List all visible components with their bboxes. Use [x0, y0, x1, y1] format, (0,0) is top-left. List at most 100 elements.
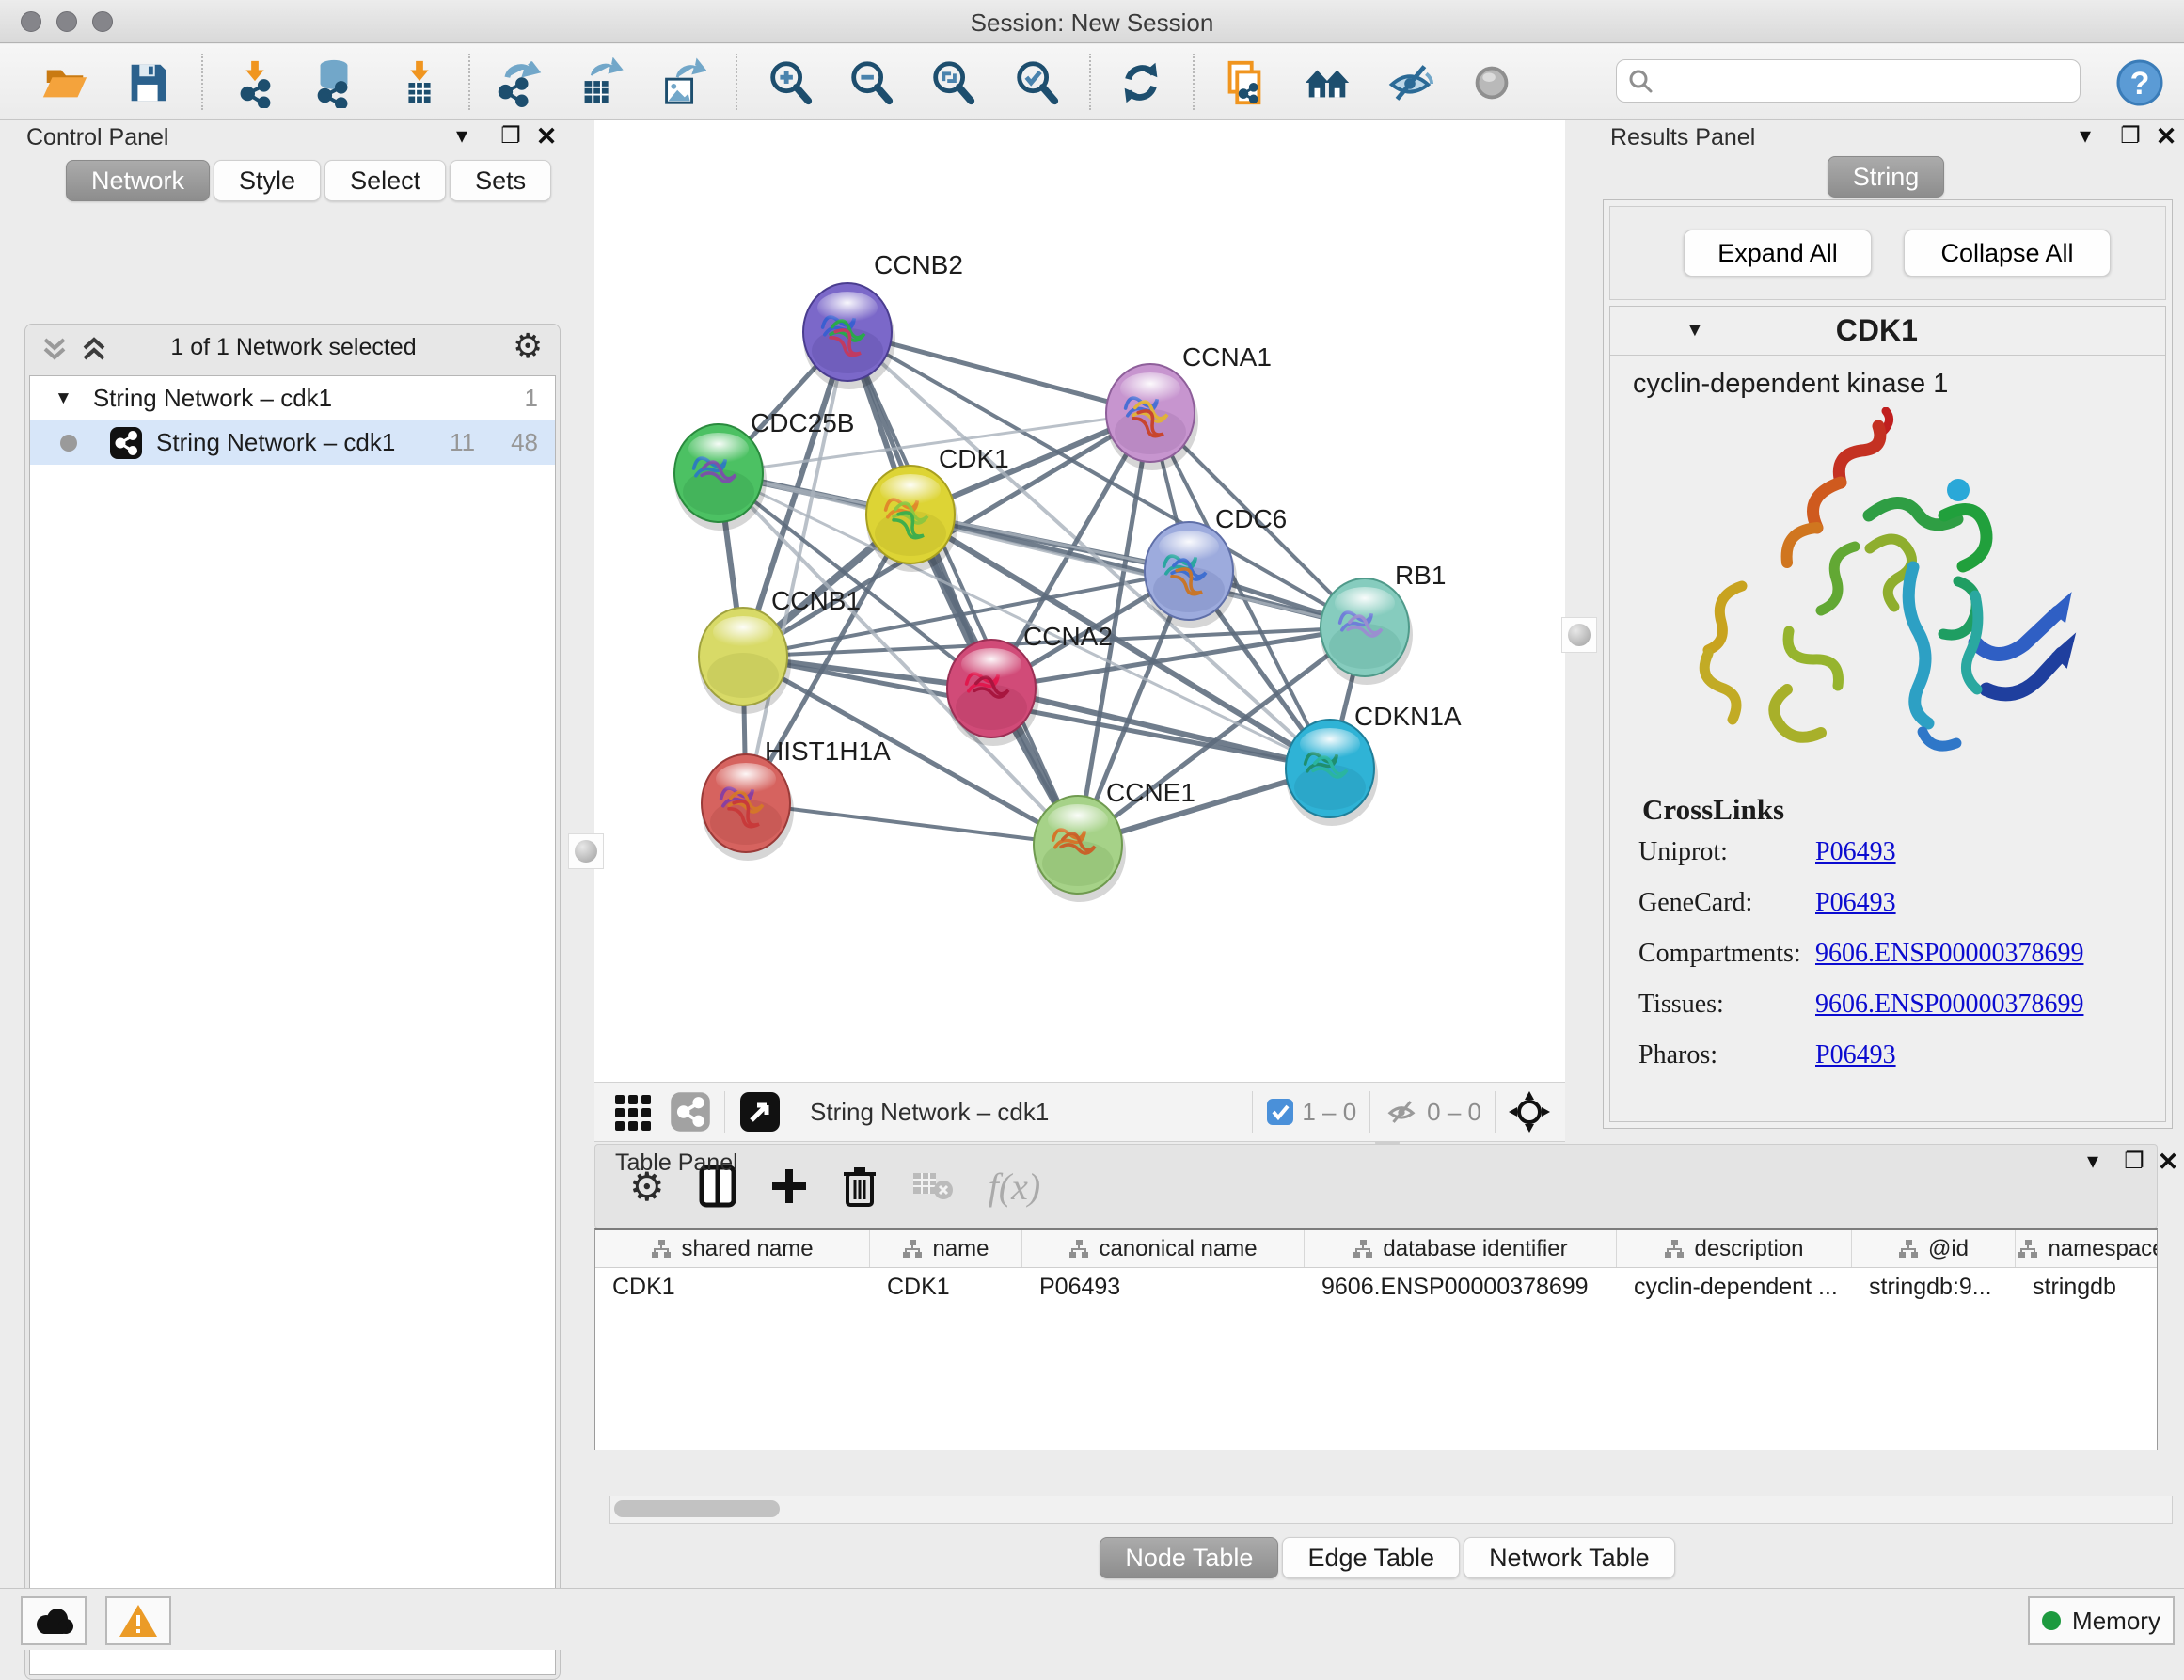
- results-panel-close-icon[interactable]: ✕: [2150, 120, 2182, 152]
- copy-network-button[interactable]: [1217, 55, 1272, 110]
- zoom-fit-button[interactable]: [926, 55, 980, 110]
- table-panel-collapse-icon[interactable]: ▾: [2077, 1146, 2109, 1178]
- network-row[interactable]: String Network – cdk1 11 48: [30, 420, 555, 465]
- import-table-button[interactable]: [392, 55, 447, 110]
- collapse-all-button[interactable]: Collapse All: [1904, 230, 2111, 277]
- control-panel-close-icon[interactable]: ✕: [530, 120, 562, 152]
- import-network-button[interactable]: [228, 55, 282, 110]
- network-node-CDKN1A[interactable]: CDKN1A: [1286, 702, 1462, 826]
- search-field[interactable]: [1616, 59, 2081, 103]
- column-header-database-identifier[interactable]: database identifier: [1305, 1230, 1617, 1267]
- birds-eye-view-icon[interactable]: [738, 1090, 782, 1133]
- zoom-in-button[interactable]: [763, 55, 817, 110]
- eye-button[interactable]: [1464, 55, 1519, 110]
- column-header--id[interactable]: @id: [1852, 1230, 2016, 1267]
- crosshair-icon[interactable]: [1509, 1091, 1550, 1133]
- results-panel-collapse-icon[interactable]: ▾: [2069, 120, 2101, 152]
- table-panel-float-icon[interactable]: ❐: [2118, 1146, 2150, 1178]
- collection-expander-icon[interactable]: ▼: [55, 388, 72, 409]
- results-panel-float-icon[interactable]: ❐: [2114, 120, 2146, 152]
- hide-visibility-button[interactable]: [1383, 55, 1437, 110]
- network-node-HIST1H1A[interactable]: HIST1H1A: [702, 737, 891, 861]
- memory-label: Memory: [2072, 1607, 2160, 1636]
- tab-select[interactable]: Select: [324, 160, 446, 201]
- network-view-title: String Network – cdk1: [810, 1098, 1049, 1127]
- network-node-CCNB1[interactable]: CCNB1: [699, 586, 861, 714]
- string-network-icon: [109, 426, 143, 460]
- table-body: CDK1CDK1P064939606.ENSP00000378699cyclin…: [595, 1268, 2157, 1306]
- help-button[interactable]: ?: [2113, 55, 2167, 110]
- left-splitter-handle[interactable]: [568, 833, 604, 869]
- column-header-name[interactable]: name: [870, 1230, 1022, 1267]
- copy-documents-icon: [1219, 57, 1270, 108]
- crosslink-link[interactable]: P06493: [1815, 837, 1896, 867]
- crosslink-link[interactable]: 9606.ENSP00000378699: [1815, 939, 2083, 969]
- node-table[interactable]: shared namenamecanonical namedatabase id…: [594, 1228, 2158, 1450]
- table-panel-close-icon[interactable]: ✕: [2152, 1146, 2184, 1178]
- tab-style[interactable]: Style: [214, 160, 321, 201]
- network-collection-row[interactable]: ▼ String Network – cdk1 1: [30, 376, 555, 420]
- network-edge-CCNB2-CCNE1[interactable]: [847, 332, 1078, 845]
- network-node-CCNB2[interactable]: CCNB2: [803, 250, 963, 389]
- node-label: RB1: [1395, 561, 1446, 590]
- save-session-button[interactable]: [120, 55, 175, 110]
- tab-edge-table[interactable]: Edge Table: [1282, 1537, 1460, 1578]
- network-canvas[interactable]: CCNB2CCNA1CDC25BCDK1CDC6RB1CCNB1CCNA2CDK…: [594, 120, 1565, 1082]
- search-input[interactable]: [1654, 62, 2080, 100]
- crosslink-row: Tissues:9606.ENSP00000378699: [1610, 979, 2165, 1030]
- selected-checkbox-icon[interactable]: [1266, 1098, 1294, 1126]
- column-header-namespace[interactable]: namespace: [2016, 1230, 2158, 1267]
- string-view-icon[interactable]: [670, 1091, 711, 1133]
- add-column-icon[interactable]: [770, 1167, 808, 1205]
- network-list: ▼ String Network – cdk1 1 String Network…: [29, 375, 556, 1675]
- column-header-description[interactable]: description: [1617, 1230, 1852, 1267]
- open-session-button[interactable]: [38, 55, 92, 110]
- section-expander-icon[interactable]: ▼: [1685, 320, 1704, 341]
- zoom-selected-button[interactable]: [1009, 55, 1064, 110]
- crosslinks-list: Uniprot:P06493GeneCard:P06493Compartment…: [1610, 827, 2165, 1081]
- gene-section-header[interactable]: ▼ CDK1: [1610, 307, 2165, 356]
- grid-view-icon[interactable]: [613, 1091, 655, 1133]
- tab-string[interactable]: String: [1828, 156, 1945, 198]
- warning-button[interactable]: [105, 1596, 171, 1645]
- crosslink-link[interactable]: P06493: [1815, 1040, 1896, 1070]
- toolbar-separator: [1495, 1091, 1496, 1133]
- scrollbar-thumb[interactable]: [614, 1500, 780, 1517]
- network-graph[interactable]: CCNB2CCNA1CDC25BCDK1CDC6RB1CCNB1CCNA2CDK…: [594, 120, 1565, 1082]
- network-edge-CCNE1-HIST1H1A[interactable]: [746, 803, 1078, 845]
- crosslink-link[interactable]: 9606.ENSP00000378699: [1815, 990, 2083, 1020]
- network-list-gear-icon[interactable]: ⚙: [513, 326, 543, 366]
- open-folder-icon: [40, 57, 90, 108]
- expand-all-button[interactable]: Expand All: [1684, 230, 1872, 277]
- export-network-button[interactable]: [489, 55, 544, 110]
- tab-sets[interactable]: Sets: [450, 160, 551, 201]
- tab-network-table[interactable]: Network Table: [1464, 1537, 1675, 1578]
- table-horizontal-scrollbar[interactable]: [609, 1496, 2173, 1524]
- network-node-RB1[interactable]: RB1: [1321, 561, 1446, 685]
- import-network-icon: [229, 57, 280, 108]
- selected-counts: 1 – 0: [1302, 1098, 1356, 1127]
- delete-column-icon[interactable]: [842, 1165, 878, 1208]
- crosslink-link[interactable]: P06493: [1815, 888, 1896, 918]
- network-node-CDC6[interactable]: CDC6: [1145, 504, 1287, 628]
- home-button[interactable]: [1300, 55, 1354, 110]
- tab-node-table[interactable]: Node Table: [1100, 1537, 1278, 1578]
- zoom-out-button[interactable]: [844, 55, 898, 110]
- memory-button[interactable]: Memory: [2028, 1596, 2175, 1645]
- import-network-from-database-button[interactable]: [307, 55, 361, 110]
- control-panel-collapse-icon[interactable]: ▾: [446, 120, 478, 152]
- tab-network[interactable]: Network: [66, 160, 210, 201]
- column-header-shared-name[interactable]: shared name: [595, 1230, 870, 1267]
- column-header-canonical-name[interactable]: canonical name: [1022, 1230, 1305, 1267]
- table-row[interactable]: CDK1CDK1P064939606.ENSP00000378699cyclin…: [595, 1268, 2157, 1306]
- export-image-button[interactable]: [654, 55, 708, 110]
- cloud-button[interactable]: [21, 1596, 87, 1645]
- refresh-button[interactable]: [1114, 55, 1168, 110]
- network-node-CDC25B[interactable]: CDC25B: [674, 408, 854, 531]
- control-panel-float-icon[interactable]: ❐: [495, 120, 527, 152]
- node-label: CDC25B: [751, 408, 854, 437]
- hidden-eye-icon[interactable]: [1384, 1096, 1419, 1128]
- export-table-button[interactable]: [572, 55, 626, 110]
- gene-section: ▼ CDK1 cyclin-dependent kinase 1: [1609, 306, 2166, 1122]
- network-edge-CCNB2-HIST1H1A[interactable]: [746, 332, 847, 803]
